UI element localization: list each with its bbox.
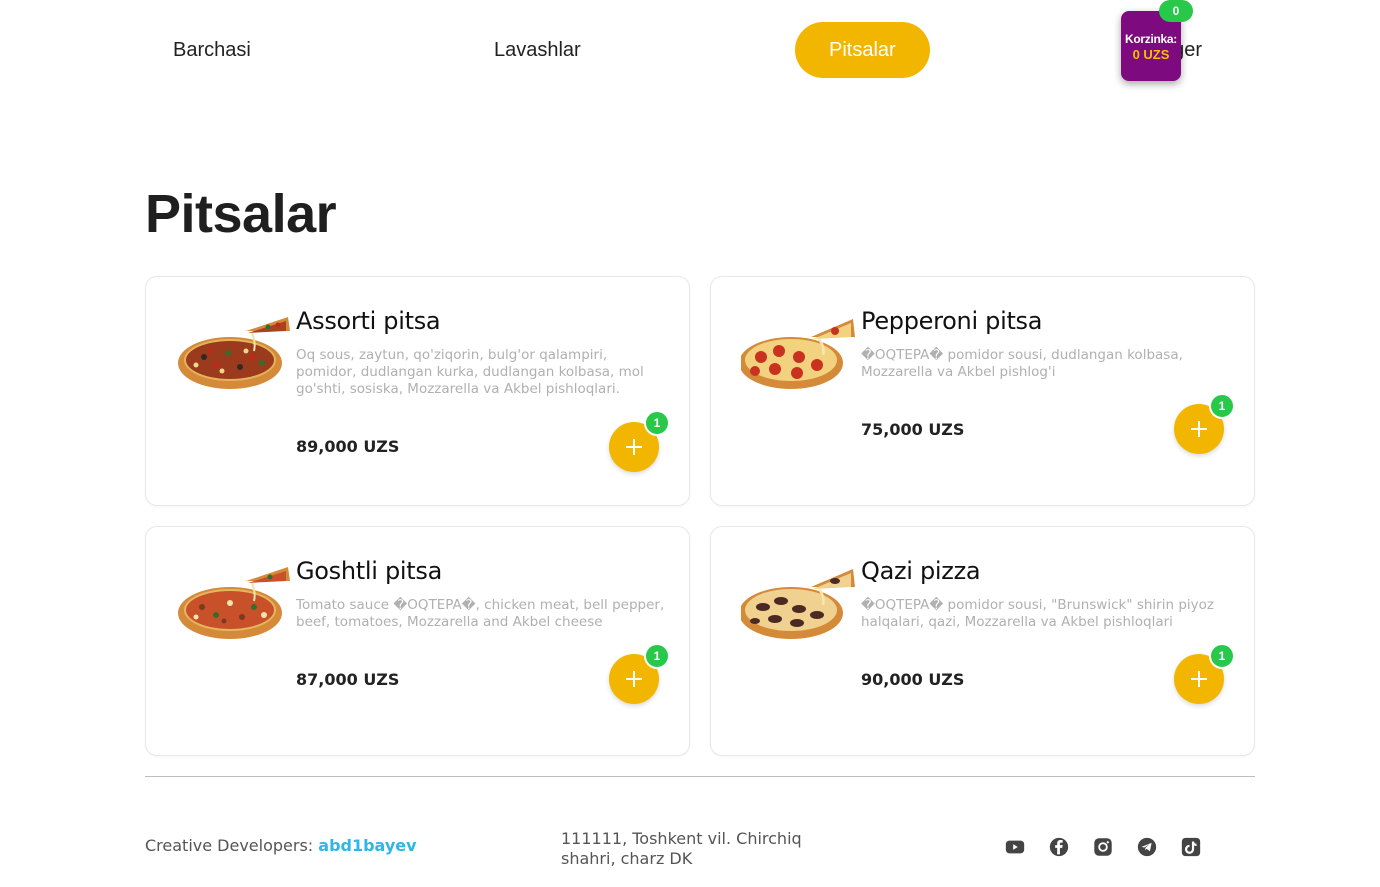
facebook-icon[interactable] <box>1048 836 1070 858</box>
product-price: 90,000 UZS <box>861 670 965 689</box>
quantity-badge: 1 <box>644 410 670 436</box>
quantity-badge: 1 <box>1209 393 1235 419</box>
pizza-pepperoni-image <box>741 319 855 389</box>
tiktok-icon[interactable] <box>1180 836 1202 858</box>
instagram-icon[interactable] <box>1092 836 1114 858</box>
footer-address: 111111, Toshkent vil. Chirchiq shahri, c… <box>561 829 802 868</box>
pizza-goshtli-image <box>178 567 290 639</box>
pizza-qazi-image <box>741 569 855 639</box>
product-card: Qazi pizza �OQTEPA� pomidor sousi, "Brun… <box>710 526 1255 756</box>
footer-credit: Creative Developers: abd1bayev <box>145 836 417 855</box>
nav-item-lavashlar[interactable]: Lavashlar <box>460 22 615 78</box>
nav-item-barchasi[interactable]: Barchasi <box>139 22 285 78</box>
product-card: Goshtli pitsa Tomato sauce �OQTEPA�, chi… <box>145 526 690 756</box>
product-name: Qazi pizza <box>861 557 981 585</box>
cart-total: 0 UZS <box>1132 47 1170 62</box>
youtube-icon[interactable] <box>1004 836 1026 858</box>
product-description: Oq sous, zaytun, qo'ziqorin, bulg'or qal… <box>296 347 644 397</box>
quantity-badge: 1 <box>644 643 670 669</box>
product-name: Assorti pitsa <box>296 307 441 335</box>
product-card: Assorti pitsa Oq sous, zaytun, qo'ziqori… <box>145 276 690 506</box>
product-name: Goshtli pitsa <box>296 557 442 585</box>
footer-divider <box>145 776 1255 777</box>
product-price: 87,000 UZS <box>296 670 400 689</box>
telegram-icon[interactable] <box>1136 836 1158 858</box>
product-price: 75,000 UZS <box>861 420 965 439</box>
product-description: Tomato sauce �OQTEPA�, chicken meat, bel… <box>296 597 665 630</box>
cart-count-badge: 0 <box>1159 0 1193 22</box>
nav-item-pitsalar[interactable]: Pitsalar <box>795 22 930 78</box>
product-name: Pepperoni pitsa <box>861 307 1043 335</box>
product-description: �OQTEPA� pomidor sousi, "Brunswick" shir… <box>861 597 1214 630</box>
credit-label: Creative Developers: <box>145 836 319 855</box>
cart-label: Korzinka: <box>1125 32 1177 46</box>
product-price: 89,000 UZS <box>296 437 400 456</box>
section-title: Pitsalar <box>145 184 337 244</box>
product-description: �OQTEPA� pomidor sousi, dudlangan kolbas… <box>861 347 1183 380</box>
pizza-assorti-image <box>178 317 290 389</box>
developer-link[interactable]: abd1bayev <box>318 836 416 855</box>
product-card: Pepperoni pitsa �OQTEPA� pomidor sousi, … <box>710 276 1255 506</box>
quantity-badge: 1 <box>1209 643 1235 669</box>
